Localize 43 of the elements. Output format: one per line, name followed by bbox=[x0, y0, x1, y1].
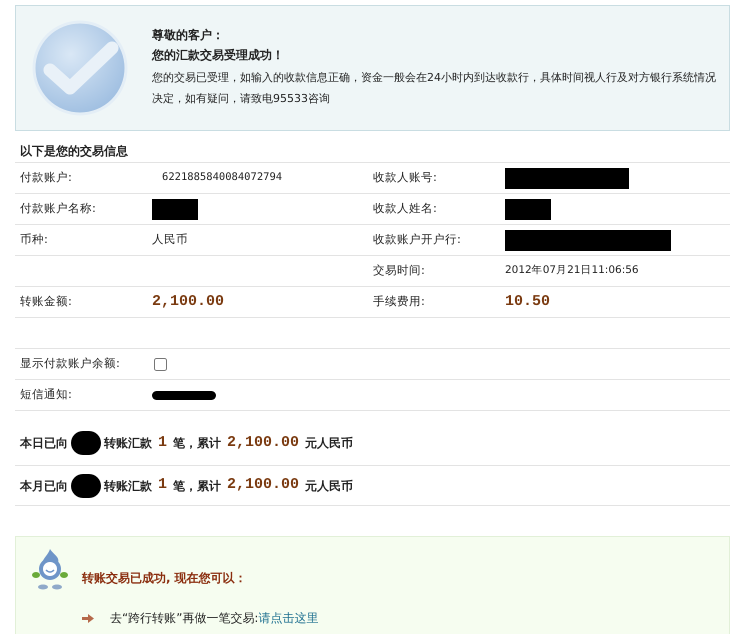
summary-amount: 1 bbox=[157, 475, 168, 496]
field-label: 收款人姓名: bbox=[373, 200, 437, 218]
summary-text: 笔，累计 bbox=[173, 435, 222, 452]
notice-title: 您的汇款交易受理成功！ bbox=[152, 47, 285, 63]
summary-amount: 2,100.00 bbox=[226, 475, 300, 496]
greeting: 尊敬的客户： bbox=[152, 27, 225, 43]
field-label: 转账金额: bbox=[20, 293, 72, 310]
field-label: 短信通知: bbox=[20, 386, 72, 404]
field-label: 收款账户开户行: bbox=[373, 231, 461, 248]
field-label: 付款账户: bbox=[20, 169, 72, 186]
field-label: 币种: bbox=[20, 231, 48, 248]
field-value: 2012年07月21日11:06:56 bbox=[505, 263, 639, 278]
summary-text: 笔，累计 bbox=[173, 478, 222, 494]
field-label: 显示付款账户余额: bbox=[20, 355, 120, 372]
summary-amount: 1 bbox=[157, 432, 168, 453]
redaction-mark bbox=[152, 198, 198, 220]
summary-amount: 2,100.00 bbox=[226, 432, 300, 453]
step-text: 去“跨行转账”再做一笔交易: bbox=[110, 610, 258, 627]
summary-text: 转账汇款 bbox=[104, 478, 152, 494]
summary-text: 元人民币 bbox=[305, 435, 354, 452]
field-value: 6221885840084072794 bbox=[161, 170, 282, 186]
next-steps-title: 转账交易已成功, 现在您可以： bbox=[82, 570, 247, 587]
redaction-mark bbox=[71, 431, 101, 455]
section-heading: 以下是您的交易信息 bbox=[15, 139, 730, 163]
amount-value: 10.50 bbox=[505, 292, 550, 312]
field-label: 手续费用: bbox=[373, 293, 425, 310]
field-label: 收款人账号: bbox=[373, 169, 437, 186]
field-value: 人民币 bbox=[152, 231, 188, 248]
summary-text: 本月已向 bbox=[20, 478, 68, 494]
field-label: 付款账户名称: bbox=[20, 200, 96, 218]
checkbox[interactable] bbox=[154, 358, 167, 370]
arrow-icon bbox=[82, 614, 94, 622]
notice-message: 您的交易已受理，如输入的收款信息正确，资金一般会在24小时内到达收款行，具体时间视人行及对方银行系统情况决定，如有疑问，请致电95533咨询 bbox=[152, 70, 717, 107]
summary-text: 元人民币 bbox=[305, 478, 354, 494]
redaction-mark bbox=[71, 474, 101, 498]
check-icon bbox=[32, 20, 128, 116]
summary-text: 本日已向 bbox=[20, 435, 68, 452]
redaction-mark bbox=[505, 198, 551, 220]
link[interactable]: 请点击这里 bbox=[258, 609, 318, 627]
redaction-mark bbox=[152, 390, 216, 400]
summary-text: 转账汇款 bbox=[104, 435, 152, 452]
field-label: 交易时间: bbox=[373, 262, 425, 280]
amount-value: 2,100.00 bbox=[152, 292, 224, 312]
